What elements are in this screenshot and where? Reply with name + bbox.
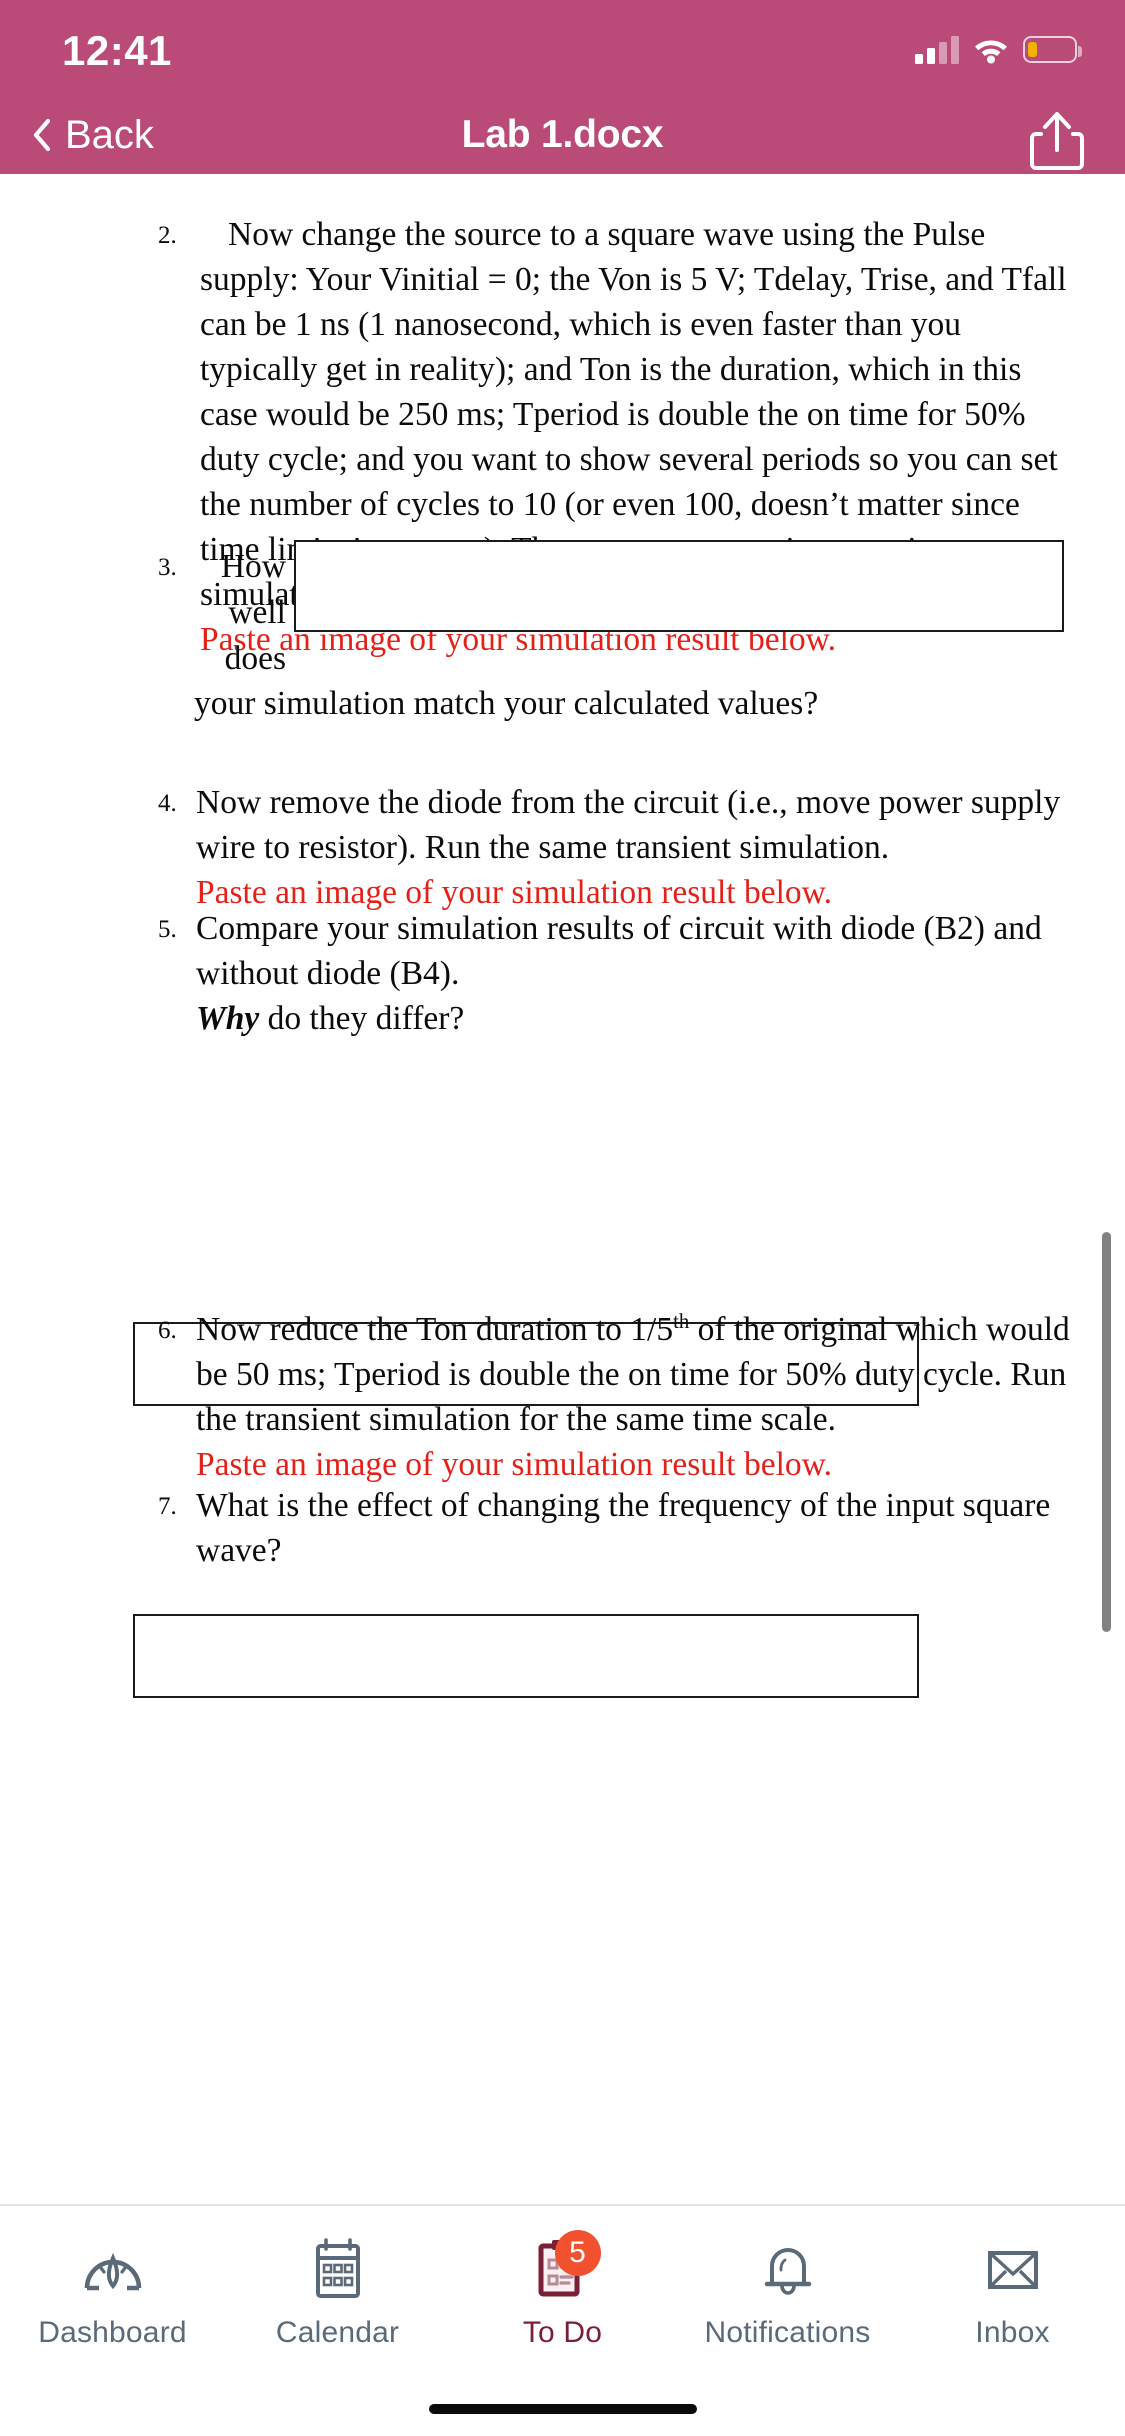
list-number-3: 3. bbox=[158, 554, 177, 581]
list-number-7: 7. bbox=[158, 1493, 177, 1520]
list-item-text-3: your simulation match your calculated va… bbox=[194, 685, 819, 722]
document-viewer[interactable]: 2. Now change the source to a square wav… bbox=[0, 174, 1125, 2204]
answer-box-3[interactable] bbox=[133, 1614, 919, 1698]
home-indicator bbox=[428, 2404, 697, 2414]
tab-list: Dashboard Calendar 5 To Do Notifications… bbox=[0, 2206, 1125, 2378]
list-number-4: 4. bbox=[158, 790, 177, 817]
dashboard-gauge-icon bbox=[77, 2234, 149, 2306]
page-title: Lab 1.docx bbox=[461, 113, 664, 156]
cellular-signal-icon bbox=[915, 34, 959, 64]
status-bar-time: 12:41 bbox=[62, 27, 172, 74]
share-icon[interactable] bbox=[1029, 110, 1085, 172]
answer-box-1[interactable] bbox=[294, 540, 1064, 632]
superscript-th: th bbox=[673, 1309, 690, 1333]
list-number-5: 5. bbox=[158, 916, 177, 943]
calendar-icon bbox=[302, 2234, 374, 2306]
tab-dashboard[interactable]: Dashboard bbox=[0, 2206, 225, 2378]
battery-low-icon bbox=[1023, 35, 1082, 63]
app-screen: 12:41 Back Lab 1.docx 2. Now change the … bbox=[0, 0, 1125, 2436]
list-item-text-4: Now remove the diode from the circuit (i… bbox=[196, 784, 1061, 866]
bottom-tab-bar: Dashboard Calendar 5 To Do Notifications… bbox=[0, 2204, 1125, 2436]
list-item-text-5: Compare your simulation results of circu… bbox=[196, 910, 1042, 992]
list-item-question-5: Why do they differ? bbox=[196, 996, 1072, 1041]
todo-badge-count: 5 bbox=[554, 2230, 601, 2276]
tab-label-notifications: Notifications bbox=[704, 2316, 871, 2349]
wifi-icon bbox=[972, 34, 1010, 64]
list-number-6: 6. bbox=[158, 1317, 177, 1344]
list-item-wrap-text-3: How well does bbox=[220, 548, 286, 677]
paste-note-6: Paste an image of your simulation result… bbox=[196, 1446, 833, 1483]
list-item-text-6: Now reduce the Ton duration to 1/5th of … bbox=[196, 1307, 1072, 1442]
envelope-icon bbox=[977, 2234, 1049, 2306]
bell-icon bbox=[752, 2234, 824, 2306]
list-item-text-7: What is the effect of changing the frequ… bbox=[196, 1487, 1051, 1569]
clipboard-todo-icon: 5 bbox=[527, 2230, 601, 2306]
emphasis-rest: do they differ? bbox=[259, 1000, 465, 1037]
tab-todo[interactable]: 5 To Do bbox=[450, 2206, 675, 2378]
tab-label-todo: To Do bbox=[522, 2316, 603, 2349]
scroll-indicator[interactable] bbox=[1102, 1232, 1111, 1632]
tab-notifications[interactable]: Notifications bbox=[675, 2206, 900, 2378]
tab-inbox[interactable]: Inbox bbox=[900, 2206, 1125, 2378]
tab-label-dashboard: Dashboard bbox=[38, 2316, 187, 2349]
document-page: 2. Now change the source to a square wav… bbox=[0, 174, 1125, 2204]
status-bar: 12:41 bbox=[0, 0, 1125, 96]
tab-calendar[interactable]: Calendar bbox=[225, 2206, 450, 2378]
status-bar-indicators bbox=[915, 28, 1082, 70]
tab-label-calendar: Calendar bbox=[275, 2316, 400, 2349]
list-number-2: 2. bbox=[158, 222, 177, 249]
app-header: 12:41 Back Lab 1.docx bbox=[0, 0, 1125, 174]
navigation-bar: Back Lab 1.docx bbox=[0, 96, 1125, 174]
tab-label-inbox: Inbox bbox=[975, 2316, 1050, 2349]
list-item-text-6-before: Now reduce the Ton duration to 1/5 bbox=[196, 1311, 674, 1348]
emphasis-why: Why bbox=[196, 1000, 260, 1037]
